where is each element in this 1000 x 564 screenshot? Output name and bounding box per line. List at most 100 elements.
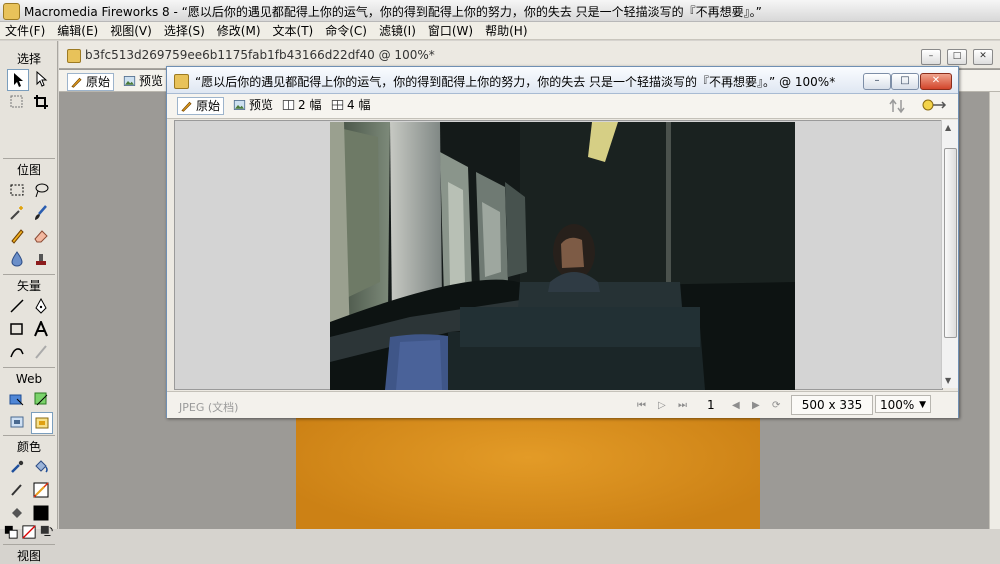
menu-view[interactable]: 视图(V) [104, 22, 158, 40]
rectangle-tool[interactable] [7, 319, 27, 339]
brush-tool[interactable] [31, 203, 51, 223]
marquee-tool[interactable] [7, 180, 27, 200]
magic-wand-tool[interactable] [7, 203, 27, 223]
next-frame-icon[interactable]: ▶ [752, 400, 760, 411]
previous-frame-icon[interactable]: ◀ [732, 400, 740, 411]
file-format-label: JPEG (文档) [179, 401, 239, 414]
hide-slices-button[interactable] [7, 412, 27, 432]
menu-filters[interactable]: 滤镜(I) [373, 22, 422, 40]
rubber-stamp-tool[interactable] [31, 249, 51, 269]
slice-tool[interactable] [31, 389, 51, 409]
paint-bucket-tool[interactable] [31, 457, 51, 477]
export-options-icon[interactable] [888, 98, 908, 114]
view-2up-button[interactable]: 2 幅 [280, 97, 321, 113]
tools-section-colors: 颜色 [16, 440, 41, 454]
view-preview-button[interactable]: 预览 [231, 97, 273, 113]
menu-help[interactable]: 帮助(H) [479, 22, 533, 40]
freeform-pen-icon [10, 348, 24, 358]
last-frame-icon[interactable]: ⏭ [678, 400, 687, 411]
marquee-icon [10, 184, 24, 196]
hotspot-tool[interactable] [7, 389, 27, 409]
show-slices-button[interactable] [31, 412, 53, 434]
eyedropper-tool[interactable] [7, 457, 27, 477]
back-view-preview-button[interactable]: 预览 [121, 73, 163, 89]
swap-colors-button[interactable] [40, 525, 54, 539]
minimize-button[interactable]: – [863, 73, 891, 90]
zoom-select[interactable]: 100% ▼ [875, 395, 931, 413]
menu-edit[interactable]: 编辑(E) [51, 22, 104, 40]
close-button[interactable]: ✕ [920, 73, 952, 90]
maximize-button[interactable]: □ [891, 73, 919, 90]
hide-slices-icon [10, 416, 24, 428]
preview-image-icon [123, 76, 136, 86]
fill-color-button[interactable] [7, 503, 27, 523]
preview-image-icon [233, 100, 246, 110]
image-window-status-bar: JPEG (文档) ⏮ ▷ ⏭ 1 ◀ ▶ ⟳ 500 x 335 100% ▼ [167, 391, 958, 418]
chevron-down-icon: ▼ [919, 400, 926, 410]
first-frame-icon[interactable]: ⏮ [637, 400, 646, 411]
fireworks-logo-icon [3, 3, 20, 20]
document-icon [67, 49, 81, 63]
eraser-icon [34, 230, 48, 243]
paint-bucket-icon [35, 460, 48, 473]
back-maximize-button[interactable]: □ [947, 49, 967, 65]
tools-section-bitmap: 位图 [16, 163, 41, 177]
view-2up-label: 2 幅 [298, 98, 322, 112]
lasso-tool[interactable] [31, 180, 51, 200]
back-view-preview-label: 预览 [139, 74, 164, 88]
scroll-down-icon[interactable]: ▼ [945, 376, 951, 385]
train-passenger-photo [330, 122, 795, 390]
blur-drop-icon [11, 251, 23, 267]
document-vertical-scrollbar[interactable] [989, 92, 1000, 529]
play-icon[interactable]: ▷ [658, 400, 666, 411]
menu-window[interactable]: 窗口(W) [422, 22, 479, 40]
tools-section-web: Web [15, 372, 43, 386]
image-dimensions[interactable]: 500 x 335 [791, 395, 873, 415]
document-tab-title[interactable]: b3fc513d269759ee6b1175fab1fb43166d22df40… [85, 48, 435, 62]
fill-swatch-icon [33, 505, 49, 521]
view-4up-button[interactable]: 4 幅 [329, 97, 370, 113]
blur-tool[interactable] [7, 249, 27, 269]
knife-tool[interactable] [31, 342, 51, 362]
eraser-tool[interactable] [31, 226, 51, 246]
pencil-tool[interactable] [7, 226, 27, 246]
image-window-title-bar[interactable]: “愿以后你的遇见都配得上你的运气，你的得到配得上你的努力，你的失去 只是一个轻描… [167, 67, 958, 94]
freeform-tool[interactable] [7, 342, 27, 362]
scale-icon [10, 95, 23, 108]
scroll-thumb[interactable] [944, 148, 957, 338]
menu-file[interactable]: 文件(F) [0, 22, 51, 40]
menu-commands[interactable]: 命令(C) [319, 22, 373, 40]
pencil-icon [11, 229, 24, 244]
crop-tool[interactable] [31, 92, 51, 112]
pointer-tool[interactable] [7, 69, 29, 91]
scroll-up-icon[interactable]: ▲ [945, 123, 951, 132]
quick-export-icon[interactable] [921, 97, 947, 114]
subselection-tool[interactable] [31, 69, 51, 89]
view-original-button[interactable]: 原始 [177, 97, 225, 115]
fill-swatch[interactable] [31, 503, 51, 523]
view-4up-label: 4 幅 [347, 98, 371, 112]
menu-select[interactable]: 选择(S) [158, 22, 211, 40]
pen-tool[interactable] [31, 296, 51, 316]
default-colors-button[interactable] [4, 525, 18, 539]
menu-text[interactable]: 文本(T) [267, 22, 320, 40]
stroke-color-button[interactable] [7, 480, 27, 500]
subselect-arrow-icon [36, 71, 48, 87]
back-close-button[interactable]: ✕ [973, 49, 993, 65]
no-color-button[interactable] [22, 525, 36, 539]
back-minimize-button[interactable]: – [921, 49, 941, 65]
loop-icon[interactable]: ⟳ [772, 400, 780, 411]
image-vertical-scrollbar[interactable]: ▲ ▼ [941, 120, 958, 388]
view-original-label: 原始 [196, 99, 221, 113]
pencil-icon [181, 101, 192, 112]
menu-modify[interactable]: 修改(M) [211, 22, 267, 40]
scale-tool[interactable] [7, 92, 27, 112]
stroke-swatch[interactable] [31, 480, 51, 500]
text-tool[interactable] [31, 319, 51, 339]
zoom-value: 100% [880, 398, 915, 412]
show-slices-icon [35, 417, 49, 429]
back-view-original-button[interactable]: 原始 [67, 73, 115, 91]
document-icon [174, 74, 189, 89]
line-tool[interactable] [7, 296, 27, 316]
stamp-icon [36, 254, 46, 265]
